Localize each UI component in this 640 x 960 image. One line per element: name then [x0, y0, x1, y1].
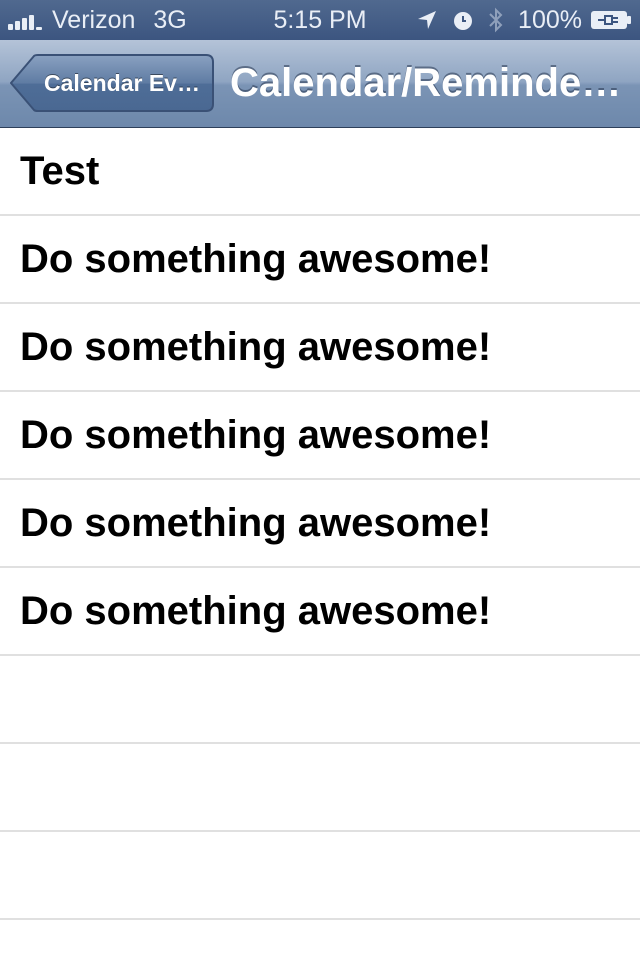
row-label: Do something awesome!	[20, 589, 492, 633]
status-bar: Verizon 3G 5:15 PM 100%	[0, 0, 640, 40]
back-button[interactable]: Calendar Ev…	[10, 54, 214, 112]
table-row[interactable]: Do something awesome!	[0, 304, 640, 392]
table-row[interactable]: Do something awesome!	[0, 568, 640, 656]
status-right: 100%	[416, 0, 632, 40]
table-row[interactable]: Do something awesome!	[0, 216, 640, 304]
back-button-label: Calendar Ev…	[44, 70, 200, 96]
row-label: Do something awesome!	[20, 237, 492, 281]
row-label: Do something awesome!	[20, 413, 492, 457]
table-row[interactable]: Do something awesome!	[0, 392, 640, 480]
row-label: Do something awesome!	[20, 325, 492, 369]
empty-table-row	[0, 744, 640, 832]
navigation-bar: Calendar Ev… Calendar/Reminde…	[0, 40, 640, 128]
empty-table-row	[0, 832, 640, 920]
screen: Verizon 3G 5:15 PM 100% Calendar Ev… Cal…	[0, 0, 640, 960]
row-label: Test	[20, 149, 100, 193]
page-title: Calendar/Reminde…	[230, 61, 622, 105]
table-row[interactable]: Do something awesome!	[0, 480, 640, 568]
bluetooth-icon	[488, 7, 504, 33]
empty-table-row	[0, 656, 640, 744]
battery-percentage: 100%	[518, 6, 582, 34]
alarm-clock-icon	[452, 9, 474, 31]
row-label: Do something awesome!	[20, 501, 492, 545]
battery-charging-icon	[590, 9, 632, 31]
location-arrow-icon	[416, 9, 438, 31]
reminders-table: Test Do something awesome! Do something …	[0, 128, 640, 920]
table-row[interactable]: Test	[0, 128, 640, 216]
